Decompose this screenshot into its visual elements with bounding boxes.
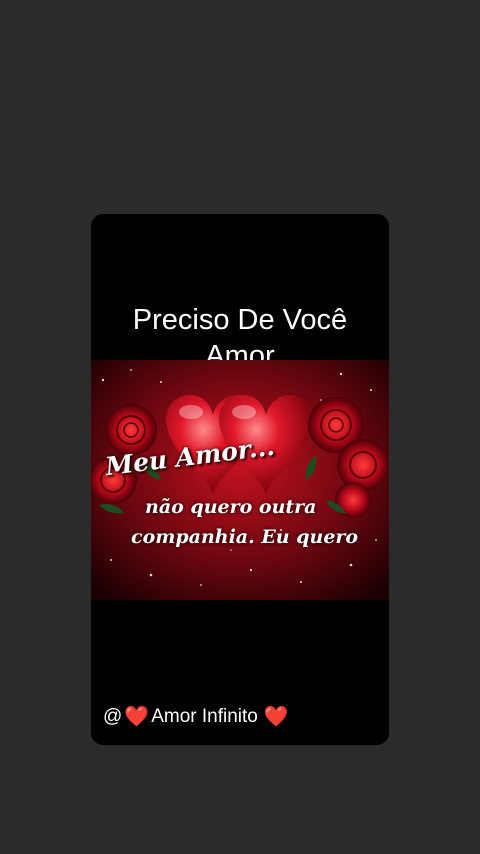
heart-icon: ❤️ xyxy=(124,706,150,728)
heart-icon: ❤️ xyxy=(263,706,289,728)
handle-name: Amor Infinito xyxy=(151,705,258,727)
post-card[interactable]: Preciso De Você Amor Meu Amor... não que… xyxy=(91,214,389,745)
love-image[interactable] xyxy=(91,360,389,600)
post-title-line-1: Preciso De Você xyxy=(132,304,348,336)
hearts-roses-illustration xyxy=(91,360,389,600)
handle-prefix: @ xyxy=(103,705,123,727)
author-handle[interactable]: @ ❤️ Amor Infinito ❤️ xyxy=(103,704,289,729)
image-text-line-2: companhia. Eu quero xyxy=(131,526,359,548)
image-text-line-1: não quero outra xyxy=(145,496,317,518)
